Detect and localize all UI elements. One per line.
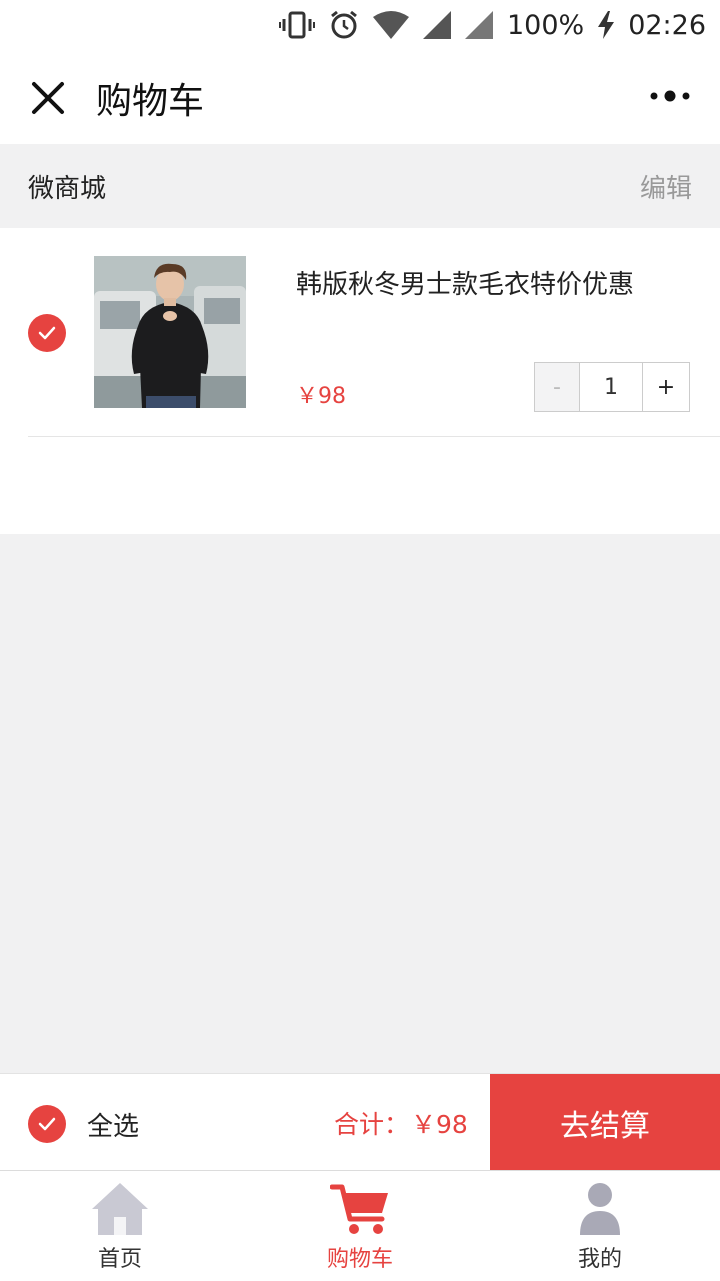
clock: 02:26 bbox=[628, 9, 706, 41]
item-select-checkbox[interactable] bbox=[28, 314, 66, 352]
wifi-icon bbox=[372, 11, 409, 39]
cart-icon bbox=[330, 1184, 388, 1234]
select-all-label[interactable]: 全选 bbox=[87, 1106, 139, 1143]
signal-icon-2 bbox=[464, 11, 493, 39]
check-icon bbox=[38, 1117, 56, 1131]
close-icon[interactable] bbox=[28, 78, 68, 118]
increase-button[interactable]: + bbox=[643, 363, 689, 411]
shop-header: 微商城 编辑 bbox=[0, 144, 720, 228]
tab-profile-label: 我的 bbox=[577, 1247, 622, 1272]
check-icon bbox=[38, 326, 56, 340]
tab-cart-label: 购物车 bbox=[326, 1247, 393, 1272]
product-price: ￥98 bbox=[296, 384, 346, 409]
battery-level: 100% bbox=[506, 9, 585, 41]
shop-name: 微商城 bbox=[28, 174, 107, 204]
user-icon bbox=[580, 1183, 620, 1235]
edit-button[interactable]: 编辑 bbox=[640, 168, 692, 205]
product-image[interactable] bbox=[94, 256, 246, 408]
status-bar: 100% 02:26 bbox=[0, 0, 720, 50]
product-title[interactable]: 韩版秋冬男士款毛衣特价优惠 bbox=[296, 264, 634, 301]
quantity-stepper: - 1 + bbox=[534, 362, 690, 412]
tab-bar: 首页 购物车 我的 bbox=[0, 1170, 720, 1281]
tab-cart[interactable]: 购物车 bbox=[240, 1171, 480, 1281]
vibrate-icon bbox=[278, 11, 315, 39]
tab-home[interactable]: 首页 bbox=[0, 1171, 240, 1281]
nav-bar: 购物车 bbox=[0, 50, 720, 144]
cart-footer: 全选 合计：￥98 去结算 bbox=[0, 1073, 720, 1171]
signal-icon bbox=[422, 11, 451, 39]
total-label: 合计： bbox=[334, 1110, 410, 1139]
tab-home-label: 首页 bbox=[97, 1247, 142, 1272]
alarm-icon bbox=[331, 10, 357, 39]
tab-profile[interactable]: 我的 bbox=[480, 1171, 720, 1281]
cart-item: 韩版秋冬男士款毛衣特价优惠 ￥98 - 1 + bbox=[0, 228, 720, 438]
charging-icon bbox=[598, 11, 615, 39]
decrease-button[interactable]: - bbox=[535, 363, 580, 411]
page-title: 购物车 bbox=[96, 81, 205, 122]
home-icon bbox=[92, 1183, 148, 1235]
total-value: ￥98 bbox=[411, 1110, 468, 1139]
quantity-input[interactable]: 1 bbox=[580, 363, 643, 411]
divider bbox=[28, 436, 720, 437]
checkout-button[interactable]: 去结算 bbox=[490, 1074, 720, 1171]
more-icon[interactable] bbox=[648, 86, 692, 106]
select-all-checkbox[interactable] bbox=[28, 1105, 66, 1143]
total-amount: 合计：￥98 bbox=[334, 1105, 468, 1141]
cart-list: 韩版秋冬男士款毛衣特价优惠 ￥98 - 1 + bbox=[0, 228, 720, 534]
